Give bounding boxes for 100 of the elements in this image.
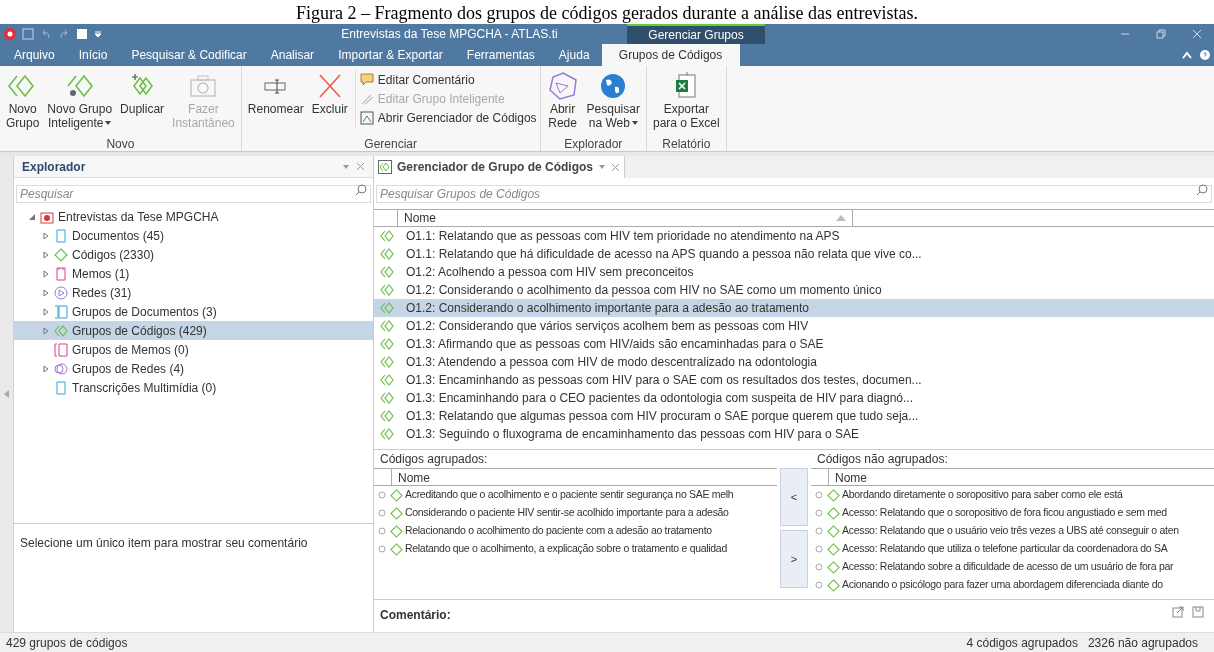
tree-item[interactable]: Grupos de Documentos (3) — [14, 302, 373, 321]
expanded-arrow-icon[interactable] — [28, 212, 36, 221]
radio-icon[interactable] — [815, 581, 823, 589]
radio-icon[interactable] — [815, 509, 823, 517]
ribbon-button[interactable]: Novo Grupo — [3, 70, 43, 130]
ribbon-small-button[interactable]: Editar Comentário — [359, 70, 537, 89]
list-item[interactable]: Considerando o paciente HIV sentir-se acolhido importante para a adesão — [374, 504, 777, 522]
list-item[interactable]: Acreditando que o acolhimento e o paciente sentir segurança no SAE melh — [374, 486, 777, 504]
list-item[interactable]: Relacionando o acolhimento do paciente com a adesão ao tratamento — [374, 522, 777, 540]
tree-item[interactable]: Grupos de Códigos (429) — [14, 321, 373, 340]
table-row[interactable]: O1.2: Considerando que vários serviços acolhem bem as pessoas com HIV — [374, 317, 1214, 335]
close-icon[interactable] — [1192, 29, 1202, 39]
radio-icon[interactable] — [378, 491, 386, 499]
collapse-ribbon-icon[interactable] — [1182, 51, 1192, 59]
close-icon[interactable] — [356, 162, 365, 171]
move-button[interactable]: > — [780, 530, 808, 588]
table-row[interactable]: O1.3: Seguindo o fluxograma de encaminhamento das pessoas com HIV para o SAE — [374, 425, 1214, 443]
search-field[interactable]: Pesquisar — [16, 185, 371, 203]
external-link-icon[interactable] — [1172, 606, 1184, 618]
ribbon-tab[interactable]: Início — [66, 44, 120, 66]
tree-item[interactable]: Documentos (45) — [14, 226, 373, 245]
document-group-icon — [54, 304, 68, 319]
dropdown-icon[interactable] — [342, 163, 350, 170]
dropdown-icon[interactable] — [598, 164, 607, 170]
table-row[interactable]: O1.3: Relatando que algumas pessoa com HIV procuram o SAE porque querem que tudo seja... — [374, 407, 1214, 425]
comment-label: Comentário: — [380, 607, 451, 624]
code-group-icon — [54, 323, 68, 338]
move-button[interactable]: < — [780, 468, 808, 526]
table-row[interactable]: O1.3: Encaminhando para o CEO pacientes da odontologia com suspeita de HIV para diagnó... — [374, 389, 1214, 407]
collapsed-arrow-icon[interactable] — [42, 250, 50, 259]
list-item[interactable]: Acesso: Relatando que o soropositivo de fora ficou angustiado e sem med — [811, 504, 1214, 522]
ribbon-button[interactable]: Novo Grupo Inteligente — [44, 70, 116, 130]
list-item[interactable]: Acesso: Relatando que utiliza o telefone particular da coordenadora do SA — [811, 540, 1214, 558]
collapsed-arrow-icon[interactable] — [42, 288, 50, 297]
status-text: 4 códigos agrupados — [966, 634, 1078, 652]
help-icon[interactable] — [1200, 50, 1210, 60]
close-icon[interactable] — [611, 162, 621, 172]
tree-item[interactable]: Redes (31) — [14, 283, 373, 302]
radio-icon[interactable] — [815, 545, 823, 553]
tree-item[interactable]: Grupos de Memos (0) — [14, 340, 373, 359]
redo-icon[interactable] — [58, 28, 70, 40]
ribbon-button[interactable]: Duplicar — [117, 70, 168, 116]
restore-icon[interactable] — [1156, 29, 1166, 39]
list-item[interactable]: Acionando o psicólogo para fazer uma abordagem diferenciada diante do — [811, 576, 1214, 594]
sort-arrow-icon — [836, 215, 846, 221]
tree-item[interactable]: Memos (1) — [14, 264, 373, 283]
list-item[interactable]: Abordando diretamente o soropositivo para saber como ele está — [811, 486, 1214, 504]
table-row[interactable]: O1.2: Considerando o acolhimento importante para a adesão ao tratamento — [374, 299, 1214, 317]
tree-item[interactable]: Códigos (2330) — [14, 245, 373, 264]
ribbon-button[interactable]: Renomear — [244, 70, 307, 116]
collapsed-arrow-icon[interactable] — [42, 269, 50, 278]
list-item[interactable]: Relatando que o acolhimento, a explicação sobre o tratamento e qualidad — [374, 540, 777, 558]
radio-icon[interactable] — [378, 527, 386, 535]
ribbon-button[interactable]: Excluir — [308, 70, 351, 116]
ribbon-tab[interactable]: Importar & Exportar — [326, 44, 455, 66]
search-field[interactable]: Pesquisar Grupos de Códigos — [376, 185, 1212, 203]
radio-icon[interactable] — [815, 491, 823, 499]
ribbon-tab[interactable]: Grupos de Códigos — [601, 44, 740, 66]
list-item[interactable]: Acesso: Relatando sobre a dificuldade de acesso de um usuário de fora par — [811, 558, 1214, 576]
table-row[interactable]: O1.3: Atendendo a pessoa com HIV de modo descentralizado na odontologia — [374, 353, 1214, 371]
table-row[interactable]: O1.1: Relatando que há dificuldade de acesso na APS quando a pessoa não relata que vive co... — [374, 245, 1214, 263]
search-icon — [1196, 184, 1208, 196]
ribbon-tab[interactable]: Ajuda — [546, 44, 602, 66]
undo-icon[interactable] — [40, 28, 52, 40]
table-row[interactable]: O1.2: Acolhendo a pessoa com HIV sem preconceitos — [374, 263, 1214, 281]
table-row[interactable]: O1.1: Relatando que as pessoas com HIV tem prioridade no atendimento na APS — [374, 227, 1214, 245]
tree-item[interactable]: Grupos de Redes (4) — [14, 359, 373, 378]
ribbon-tab[interactable]: Arquivo — [2, 44, 67, 66]
ribbon-small-button[interactable]: Abrir Gerenciador de Códigos — [359, 108, 537, 127]
column-header[interactable]: Nome — [398, 210, 853, 226]
ribbon-button[interactable]: Exportar para o Excel — [649, 70, 723, 130]
radio-icon[interactable] — [378, 509, 386, 517]
save-icon[interactable] — [1192, 606, 1204, 618]
radio-icon[interactable] — [815, 527, 823, 535]
status-text: 2326 não agrupados — [1087, 634, 1198, 652]
customize-menu-icon[interactable] — [94, 30, 102, 38]
collapsed-arrow-icon[interactable] — [42, 326, 50, 335]
figure-caption: Figura 2 – Fragmento dos grupos de códigos gerados durante a análise das entrevistas. — [296, 2, 918, 24]
side-arrow-icon[interactable] — [4, 390, 9, 398]
ribbon-button[interactable]: Abrir Rede — [543, 70, 582, 130]
ribbon-button[interactable]: Pesquisar na Web — [583, 70, 643, 130]
collapsed-arrow-icon[interactable] — [42, 231, 50, 240]
table-row[interactable]: O1.3: Encaminhando as pessoas com HIV para o SAE com os resultados dos testes, documen... — [374, 371, 1214, 389]
radio-icon[interactable] — [378, 545, 386, 553]
ribbon-tab[interactable]: Analisar — [258, 44, 327, 66]
column-header[interactable]: Nome — [392, 469, 436, 485]
column-header[interactable]: Nome — [829, 469, 873, 485]
list-item[interactable]: Acesso: Relatando que o usuário veio três vezes a UBS até conseguir o aten — [811, 522, 1214, 540]
collapsed-arrow-icon[interactable] — [42, 307, 50, 316]
collapsed-arrow-icon[interactable] — [42, 364, 50, 373]
code-icon — [54, 247, 68, 262]
layout-icon[interactable] — [76, 28, 88, 40]
ribbon-tab[interactable]: Pesquisar & Codificar — [119, 44, 259, 66]
table-row[interactable]: O1.2: Considerando o acolhimento da pessoa com HIV no SAE como um momento único — [374, 281, 1214, 299]
ribbon-tab[interactable]: Ferramentas — [454, 44, 547, 66]
radio-icon[interactable] — [815, 563, 823, 571]
document-tab[interactable]: Gerenciador de Grupo de Códigos — [374, 156, 626, 178]
tree-item[interactable]: Transcrições Multimídia (0) — [14, 378, 373, 397]
table-row[interactable]: O1.3: Afirmando que as pessoas com HIV/aids são encaminhadas para o SAE — [374, 335, 1214, 353]
tree-item[interactable]: Entrevistas da Tese MPGCHA — [14, 207, 373, 226]
